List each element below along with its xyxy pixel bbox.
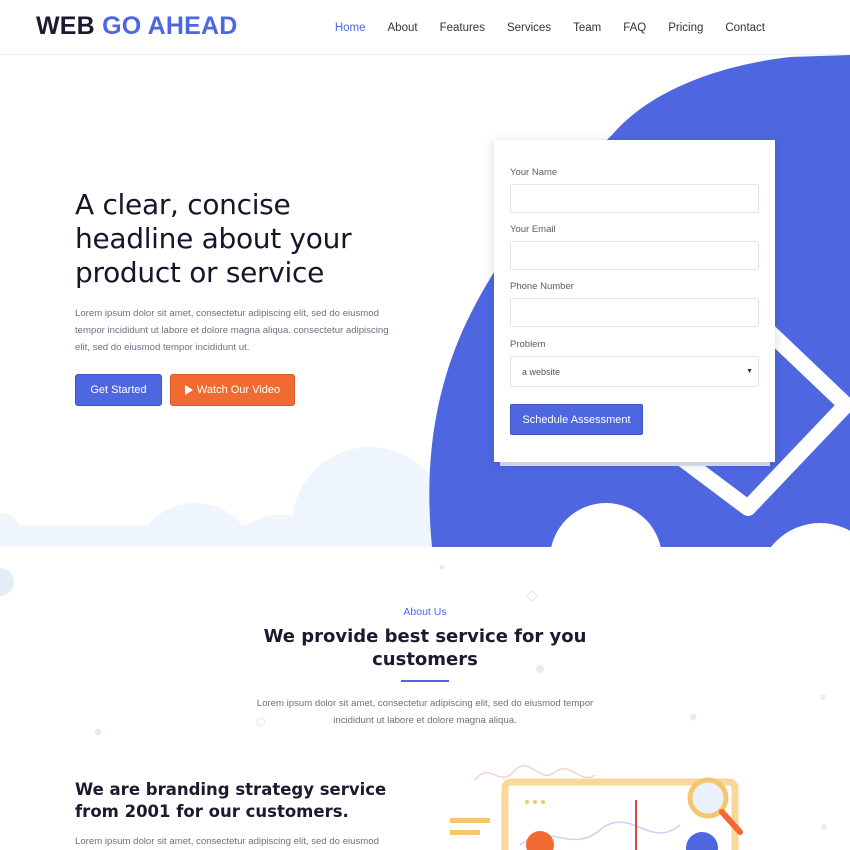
site-header: WEB GO AHEAD Home About Features Service… — [0, 0, 850, 55]
email-input[interactable] — [510, 241, 759, 270]
get-started-label: Get Started — [90, 384, 147, 396]
phone-label: Phone Number — [510, 281, 574, 292]
name-input[interactable] — [510, 184, 759, 213]
nav-about[interactable]: About — [388, 22, 418, 34]
analytics-illustration — [450, 765, 743, 850]
nav-pricing[interactable]: Pricing — [668, 22, 703, 34]
caret-down-icon: ▼ — [746, 368, 753, 375]
nav-features[interactable]: Features — [440, 22, 485, 34]
about-title: We provide best service for you customer… — [263, 626, 587, 670]
watch-video-label: Watch Our Video — [196, 384, 281, 396]
problem-select-value: a website — [522, 366, 561, 377]
name-label: Your Name — [510, 167, 558, 178]
nav-contact[interactable]: Contact — [725, 22, 765, 34]
branding-title: We are branding strategy service from 20… — [75, 780, 387, 821]
problem-label: Problem — [510, 339, 546, 350]
title-underline — [401, 680, 449, 682]
hero-headline: A clear, concise headline about your pro… — [75, 188, 352, 289]
phone-input[interactable] — [510, 298, 759, 327]
main-nav: Home About Features Services Team FAQ Pr… — [313, 0, 765, 55]
assessment-form: Your Name Your Email Phone Number Proble… — [494, 140, 775, 462]
hero-description: Lorem ipsum dolor sit amet, consectetur … — [75, 308, 389, 353]
nav-home[interactable]: Home — [335, 22, 366, 34]
watch-video-button[interactable]: Watch Our Video — [170, 374, 295, 406]
branding-description: Lorem ipsum dolor sit amet, consectetur … — [75, 836, 379, 847]
nav-faq[interactable]: FAQ — [623, 22, 646, 34]
schedule-assessment-button[interactable]: Schedule Assessment — [510, 404, 643, 435]
about-description: Lorem ipsum dolor sit amet, consectetur … — [256, 698, 594, 726]
nav-services[interactable]: Services — [507, 22, 551, 34]
logo[interactable]: WEB GO AHEAD — [36, 12, 238, 41]
nav-team[interactable]: Team — [573, 22, 601, 34]
email-label: Your Email — [510, 224, 556, 235]
problem-select[interactable]: a website ▼ — [510, 356, 759, 387]
logo-part-2: GO AHEAD — [102, 12, 238, 40]
hero-section: A clear, concise headline about your pro… — [0, 55, 850, 547]
logo-part-1: WEB — [36, 12, 95, 40]
get-started-button[interactable]: Get Started — [75, 374, 162, 406]
schedule-assessment-label: Schedule Assessment — [522, 413, 631, 426]
about-eyebrow: About Us — [403, 606, 447, 618]
play-icon — [184, 385, 193, 395]
